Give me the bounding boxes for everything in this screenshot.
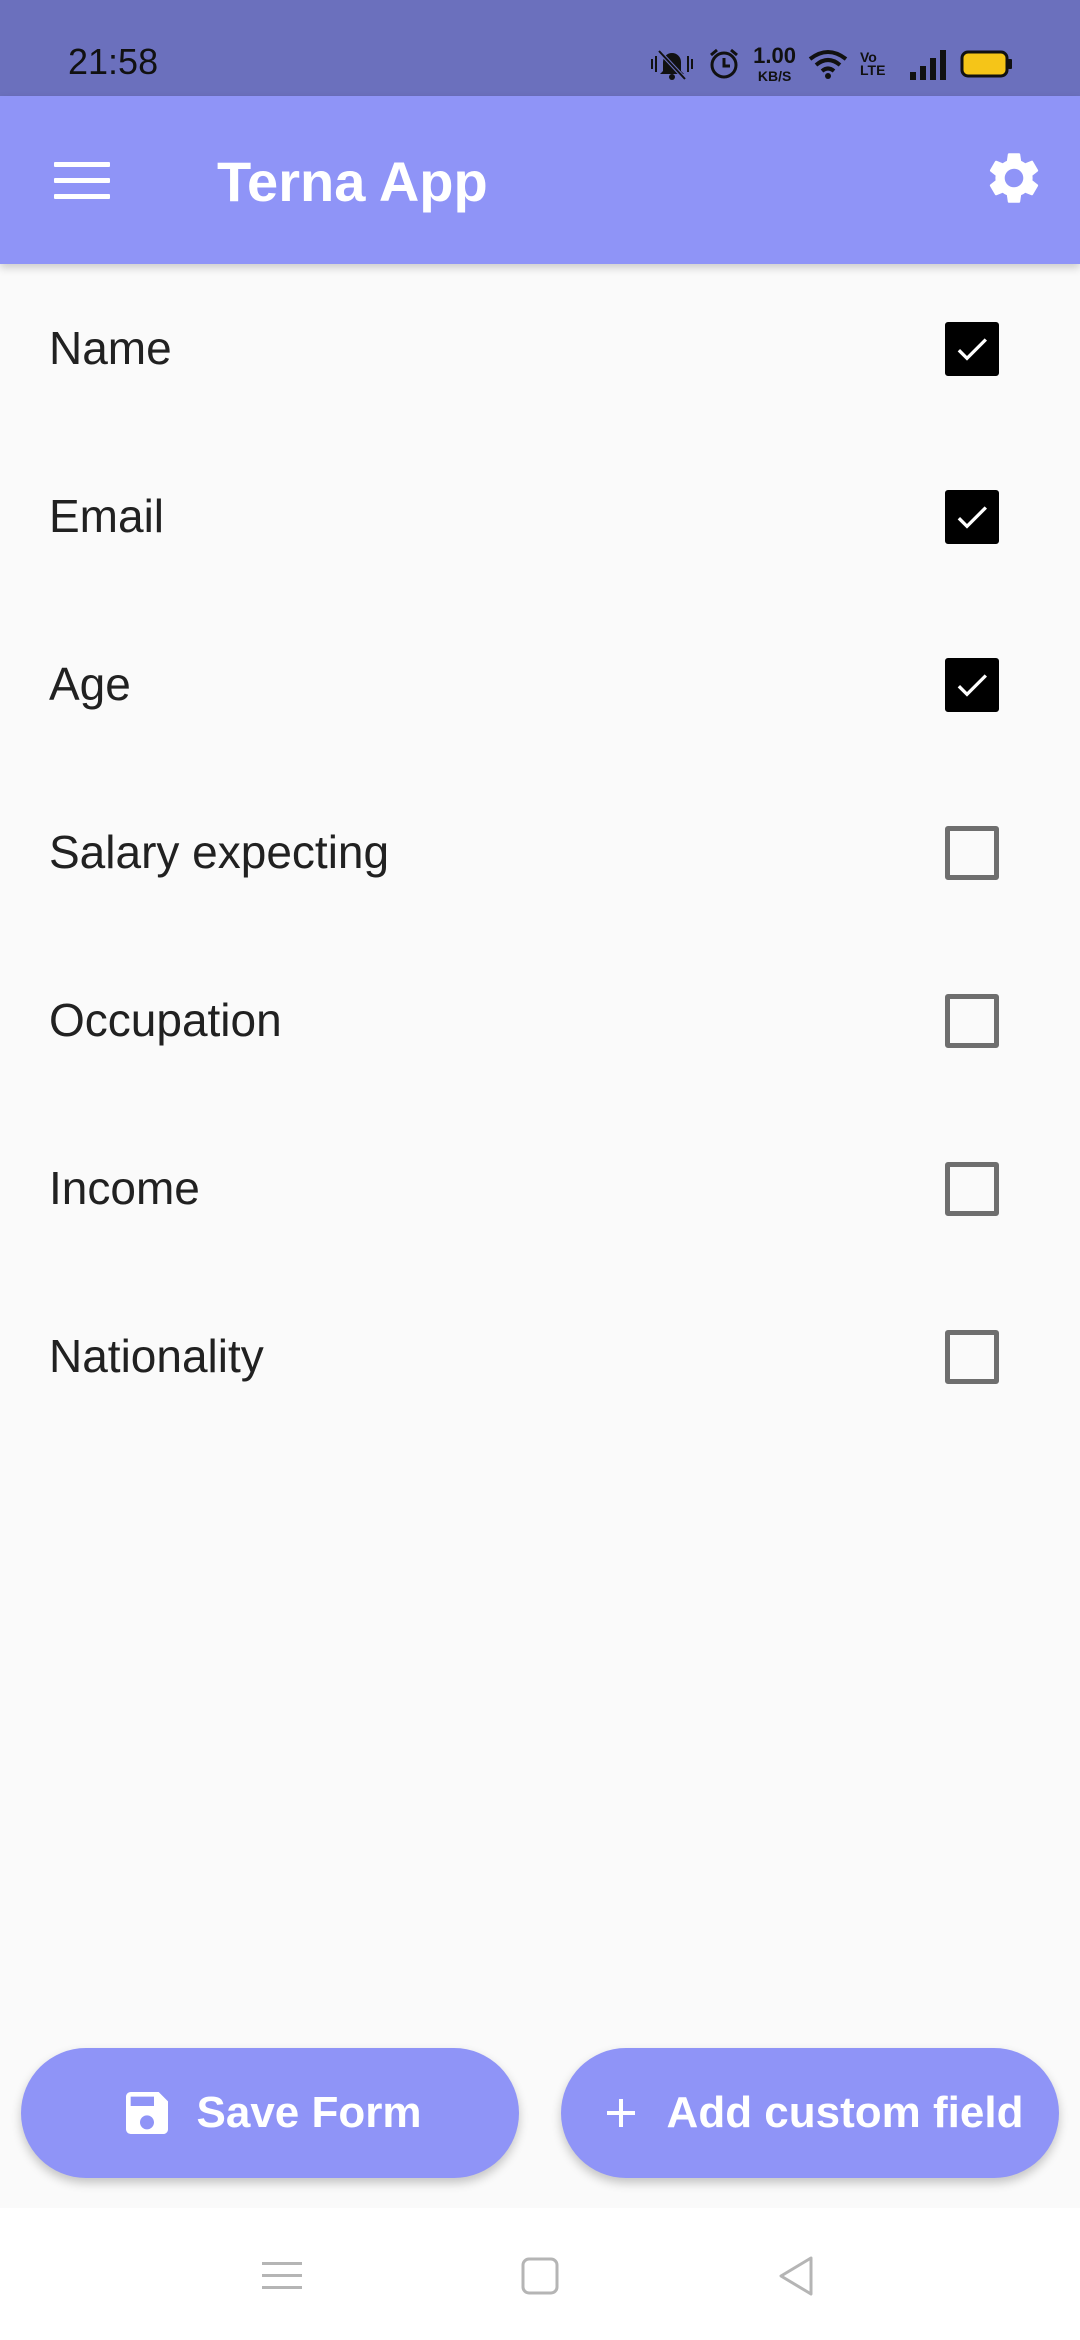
gear-icon xyxy=(983,147,1045,214)
field-row[interactable]: Salary expecting xyxy=(0,768,1080,936)
add-custom-field-button[interactable]: Add custom field xyxy=(561,2048,1059,2178)
field-row[interactable]: Income xyxy=(0,1104,1080,1272)
menu-button[interactable] xyxy=(34,134,130,230)
checkmark-icon xyxy=(957,338,987,361)
checkbox-unchecked[interactable] xyxy=(945,1162,999,1216)
checkmark-icon xyxy=(957,674,987,697)
back-triangle-icon xyxy=(777,2255,815,2302)
field-label: Email xyxy=(49,490,165,542)
status-bar: 21:58 1.00 KB/S Vo LTE xyxy=(0,0,1080,96)
field-label: Occupation xyxy=(49,994,282,1046)
field-list: Name Email Age Salary expecting Occupation In… xyxy=(0,264,1080,1440)
network-speed-unit: KB/S xyxy=(757,68,792,84)
checkbox-checked[interactable] xyxy=(945,490,999,544)
field-label: Income xyxy=(49,1162,200,1214)
field-row[interactable]: Nationality xyxy=(0,1272,1080,1440)
field-row[interactable]: Occupation xyxy=(0,936,1080,1104)
nav-back-button[interactable] xyxy=(766,2248,826,2308)
app-title: Terna App xyxy=(217,150,488,213)
save-form-button[interactable]: Save Form xyxy=(21,2048,519,2178)
volte-line2: LTE xyxy=(860,62,886,78)
field-label: Name xyxy=(49,322,172,374)
wifi-icon xyxy=(808,49,848,79)
volte-indicator: Vo LTE xyxy=(860,50,896,78)
settings-button[interactable] xyxy=(966,132,1062,228)
app-bar: Terna App xyxy=(0,96,1080,264)
field-label: Nationality xyxy=(49,1330,264,1382)
nav-home-button[interactable] xyxy=(510,2248,570,2308)
battery-icon xyxy=(960,49,1014,79)
save-form-label: Save Form xyxy=(196,2088,422,2137)
field-label: Age xyxy=(49,658,131,710)
plus-icon xyxy=(597,2089,645,2137)
alarm-icon xyxy=(707,47,741,81)
status-icons: 1.00 KB/S Vo LTE xyxy=(649,38,1014,90)
screen: 21:58 1.00 KB/S Vo LTE Terna App Name Em… xyxy=(0,0,1080,2340)
menu-lines-icon xyxy=(262,2258,302,2299)
status-time: 21:58 xyxy=(68,41,159,82)
nav-recents-button[interactable] xyxy=(252,2248,312,2308)
checkbox-unchecked[interactable] xyxy=(945,1330,999,1384)
hamburger-menu-icon xyxy=(54,160,110,205)
square-icon xyxy=(521,2257,559,2300)
checkbox-unchecked[interactable] xyxy=(945,826,999,880)
signal-icon xyxy=(908,48,948,80)
checkbox-checked[interactable] xyxy=(945,322,999,376)
system-nav-bar xyxy=(0,2208,1080,2340)
add-custom-field-label: Add custom field xyxy=(666,2088,1024,2137)
checkmark-icon xyxy=(957,506,987,529)
save-icon xyxy=(119,2085,175,2141)
field-row[interactable]: Name xyxy=(0,264,1080,432)
vibrate-mute-icon xyxy=(649,47,695,81)
field-row[interactable]: Email xyxy=(0,432,1080,600)
network-speed-value: 1.00 xyxy=(753,43,796,68)
checkbox-checked[interactable] xyxy=(945,658,999,712)
field-label: Salary expecting xyxy=(49,826,390,878)
checkbox-unchecked[interactable] xyxy=(945,994,999,1048)
network-speed: 1.00 KB/S xyxy=(753,43,796,84)
field-row[interactable]: Age xyxy=(0,600,1080,768)
